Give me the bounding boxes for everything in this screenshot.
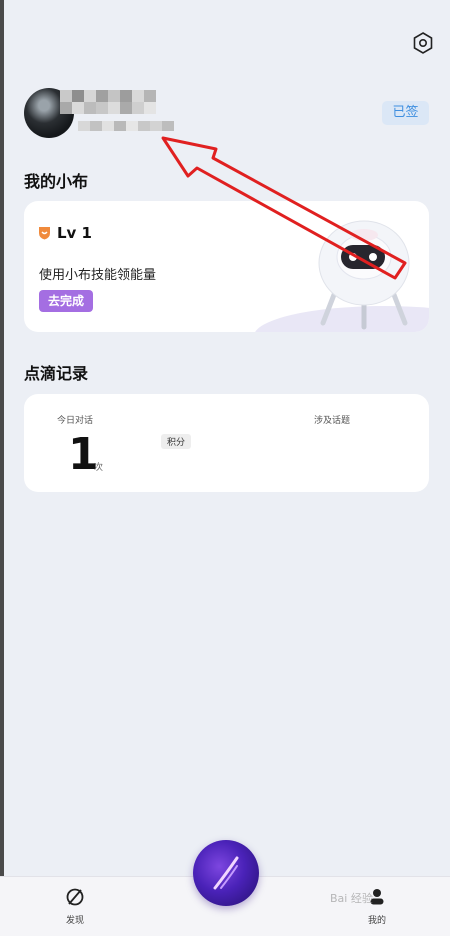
assistant-orb-button[interactable] (193, 840, 259, 906)
xiaobu-section-title: 我的小布 (24, 172, 89, 191)
discover-icon (66, 888, 84, 906)
watermark: Bai 经验 (330, 892, 373, 905)
records-section-title: 点滴记录 (24, 364, 89, 383)
level-badge-icon (39, 227, 50, 240)
xiaobu-card[interactable]: Lv 1 使用小布技能领能量 去完成 (24, 201, 429, 332)
today-dialog-label: 今日对话 (57, 416, 94, 426)
level-text: Lv 1 (57, 224, 92, 242)
username-blurred (60, 90, 156, 114)
today-dialog-unit: 次 (94, 463, 104, 473)
assistant-orb-icon (213, 856, 239, 890)
screen-edge (0, 0, 4, 935)
nav-discover-label: 发现 (65, 916, 84, 926)
nav-discover[interactable]: 发现 (45, 887, 105, 926)
points-tag[interactable]: 积分 (161, 434, 192, 449)
settings-icon[interactable] (411, 31, 435, 55)
level-row: Lv 1 (38, 224, 92, 242)
records-card[interactable]: 今日对话 1 次 积分 涉及话题 (24, 394, 429, 492)
user-id-blurred (78, 121, 174, 131)
signed-in-badge[interactable]: 已签 (382, 101, 429, 125)
skill-task-text: 使用小布技能领能量 (39, 268, 157, 283)
robot-mascot-icon (318, 220, 410, 330)
complete-task-button[interactable]: 去完成 (39, 290, 93, 312)
topics-label: 涉及话题 (314, 416, 351, 426)
nav-mine-label: 我的 (367, 916, 386, 926)
